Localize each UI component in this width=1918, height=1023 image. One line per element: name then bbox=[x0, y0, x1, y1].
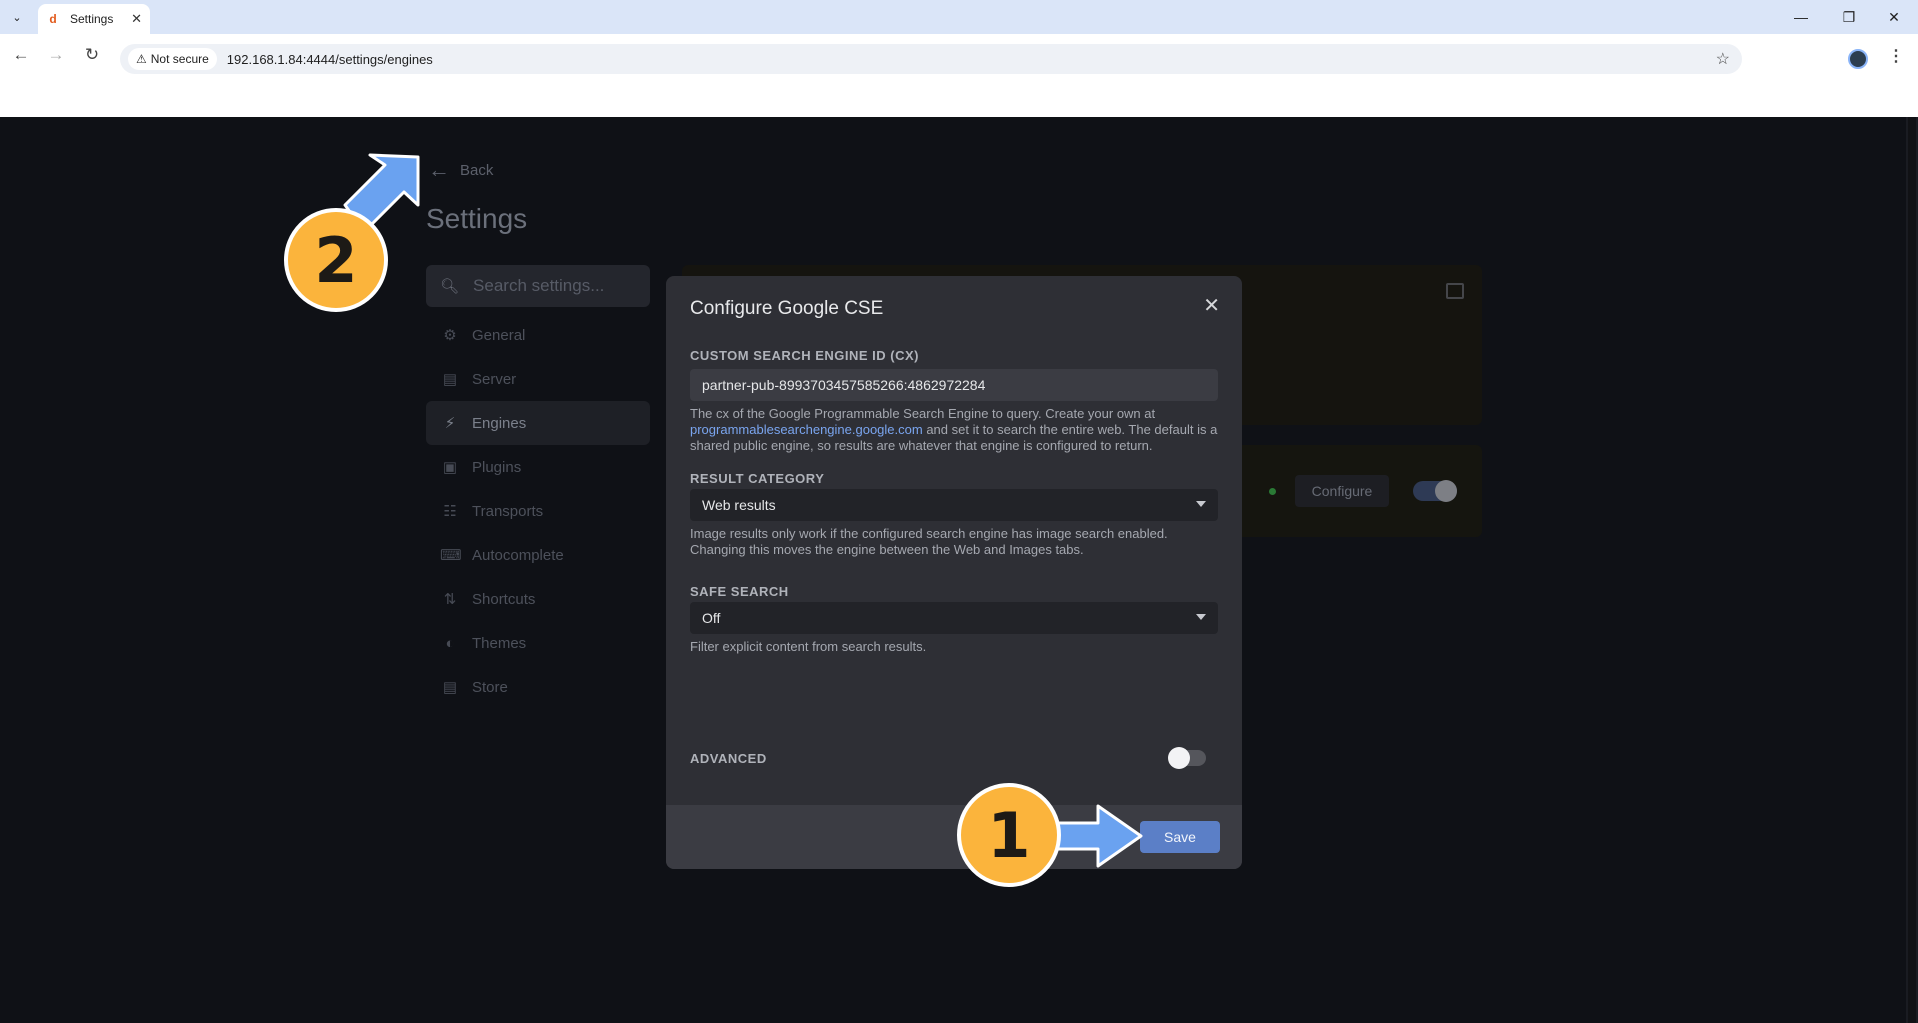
step-1-badge: 1 bbox=[957, 783, 1061, 887]
browser-tabstrip: ⌄ d Settings ✕ — ❐ ✕ bbox=[0, 0, 1918, 34]
bookmark-star-icon[interactable]: ☆ bbox=[1716, 49, 1730, 69]
cx-field-label: CUSTOM SEARCH ENGINE ID (CX) bbox=[690, 348, 919, 363]
lightning-icon: ⚡︎ bbox=[444, 415, 456, 432]
search-icon: 🔍︎ bbox=[440, 278, 460, 295]
minimize-icon[interactable]: — bbox=[1786, 6, 1816, 28]
search-placeholder: Search settings... bbox=[473, 276, 605, 295]
sidebar-item-label: Plugins bbox=[472, 458, 522, 476]
sidebar-item-label: Server bbox=[472, 370, 517, 388]
layout-icon[interactable] bbox=[1446, 283, 1464, 299]
url-text[interactable]: 192.168.1.84:4444/settings/engines bbox=[227, 52, 433, 67]
category-help-text: Image results only work if the configure… bbox=[690, 526, 1168, 557]
caret-down-icon bbox=[1196, 501, 1206, 507]
engine-enabled-toggle[interactable] bbox=[1413, 480, 1457, 502]
sidebar-item-label: Store bbox=[472, 678, 508, 696]
profile-avatar[interactable] bbox=[1848, 49, 1868, 69]
network-icon: ☷ bbox=[443, 503, 457, 520]
browser-toolbar: ← → ↻ ⚠ Not secure 192.168.1.84:4444/set… bbox=[0, 34, 1918, 116]
category-select[interactable]: Web results bbox=[690, 489, 1218, 521]
tab-close-icon[interactable]: ✕ bbox=[131, 11, 142, 27]
browser-menu-icon[interactable]: ⋮ bbox=[1888, 46, 1904, 66]
sidebar-item-store[interactable]: ▤ Store bbox=[426, 665, 650, 709]
back-nav-icon[interactable]: ← bbox=[8, 42, 34, 68]
sidebar-item-label: General bbox=[472, 326, 526, 344]
reload-icon[interactable]: ↻ bbox=[79, 42, 105, 68]
sidebar-item-engines[interactable]: ⚡︎ Engines bbox=[426, 401, 650, 445]
configure-engine-dialog: Configure Google CSE ✕ CUSTOM SEARCH ENG… bbox=[666, 276, 1242, 869]
sidebar-item-shortcuts[interactable]: ⇅ Shortcuts bbox=[426, 577, 650, 621]
page-title: Settings bbox=[426, 203, 528, 234]
safe-search-label: SAFE SEARCH bbox=[690, 584, 789, 599]
settings-nav: ⚙ General ▤ Server ⚡︎ Engines ▣ Plugins … bbox=[426, 313, 650, 709]
status-dot bbox=[1269, 488, 1276, 495]
cx-field[interactable]: partner-pub-8993703457585266:4862972284 bbox=[690, 369, 1218, 401]
sidebar-item-label: Themes bbox=[472, 634, 527, 652]
sidebar-item-label: Shortcuts bbox=[472, 590, 536, 608]
security-label: Not secure bbox=[150, 52, 209, 66]
settings-search-input[interactable]: 🔍︎ Search settings... bbox=[426, 265, 650, 307]
category-field-label: RESULT CATEGORY bbox=[690, 471, 825, 486]
advanced-toggle[interactable] bbox=[1168, 747, 1206, 769]
cx-help-text: The cx of the Google Programmable Search… bbox=[690, 406, 1218, 454]
tab-title: Settings bbox=[70, 12, 114, 26]
caret-down-icon bbox=[1196, 614, 1206, 620]
configure-button[interactable]: Configure bbox=[1295, 475, 1389, 507]
restore-icon[interactable]: ❐ bbox=[1834, 6, 1864, 28]
safe-search-select[interactable]: Off bbox=[690, 602, 1218, 634]
advanced-label: ADVANCED bbox=[690, 751, 767, 766]
toggle-knob bbox=[1435, 480, 1457, 502]
tab-list-chevron-icon[interactable]: ⌄ bbox=[6, 6, 28, 28]
sidebar-item-autocomplete[interactable]: ⌨ Autocomplete bbox=[426, 533, 650, 577]
sidebar-item-themes[interactable]: ◐ Themes bbox=[426, 621, 650, 665]
gear-icon: ⚙ bbox=[443, 327, 457, 344]
window-close-icon[interactable]: ✕ bbox=[1879, 6, 1909, 28]
sort-icon: ⇅ bbox=[443, 591, 457, 608]
sidebar-item-label: Transports bbox=[472, 502, 544, 520]
step-2-badge: 2 bbox=[284, 208, 388, 312]
back-link[interactable]: ← Back bbox=[428, 159, 493, 181]
safe-search-value: Off bbox=[702, 610, 721, 626]
forward-nav-icon[interactable]: → bbox=[43, 42, 69, 68]
keyboard-icon: ⌨ bbox=[440, 547, 462, 564]
server-icon: ▤ bbox=[442, 371, 458, 388]
back-label: Back bbox=[460, 161, 494, 179]
cse-link[interactable]: programmablesearchengine.google.com bbox=[690, 422, 923, 437]
sidebar-item-label: Engines bbox=[472, 414, 527, 432]
sidebar-item-general[interactable]: ⚙ General bbox=[426, 313, 650, 357]
sidebar-item-label: Autocomplete bbox=[472, 546, 564, 564]
scrollbar-thumb[interactable] bbox=[1908, 117, 1916, 1023]
dialog-footer: Save bbox=[666, 805, 1242, 869]
page-scrollbar[interactable] bbox=[1906, 117, 1918, 1023]
warning-icon: ⚠ bbox=[136, 52, 147, 66]
sidebar-item-server[interactable]: ▤ Server bbox=[426, 357, 650, 401]
sidebar-item-plugins[interactable]: ▣ Plugins bbox=[426, 445, 650, 489]
safe-search-help-text: Filter explicit content from search resu… bbox=[690, 639, 927, 654]
address-bar[interactable]: ⚠ Not secure 192.168.1.84:4444/settings/… bbox=[120, 44, 1742, 74]
dialog-title: Configure Google CSE bbox=[690, 298, 884, 319]
category-value: Web results bbox=[702, 497, 776, 513]
close-icon[interactable]: ✕ bbox=[1203, 296, 1220, 316]
security-chip[interactable]: ⚠ Not secure bbox=[128, 48, 217, 70]
save-button[interactable]: Save bbox=[1140, 821, 1220, 853]
palette-icon: ◐ bbox=[445, 634, 455, 652]
arrow-left-icon: ← bbox=[428, 157, 450, 182]
store-icon: ▤ bbox=[442, 679, 458, 696]
browser-tab-settings[interactable]: d Settings ✕ bbox=[38, 4, 150, 34]
sidebar-item-transports[interactable]: ☷ Transports bbox=[426, 489, 650, 533]
cx-help-1: The cx of the Google Programmable Search… bbox=[690, 406, 1156, 421]
toggle-knob bbox=[1168, 747, 1190, 769]
site-favicon-icon: d bbox=[49, 12, 57, 26]
puzzle-icon: ▣ bbox=[442, 459, 458, 476]
